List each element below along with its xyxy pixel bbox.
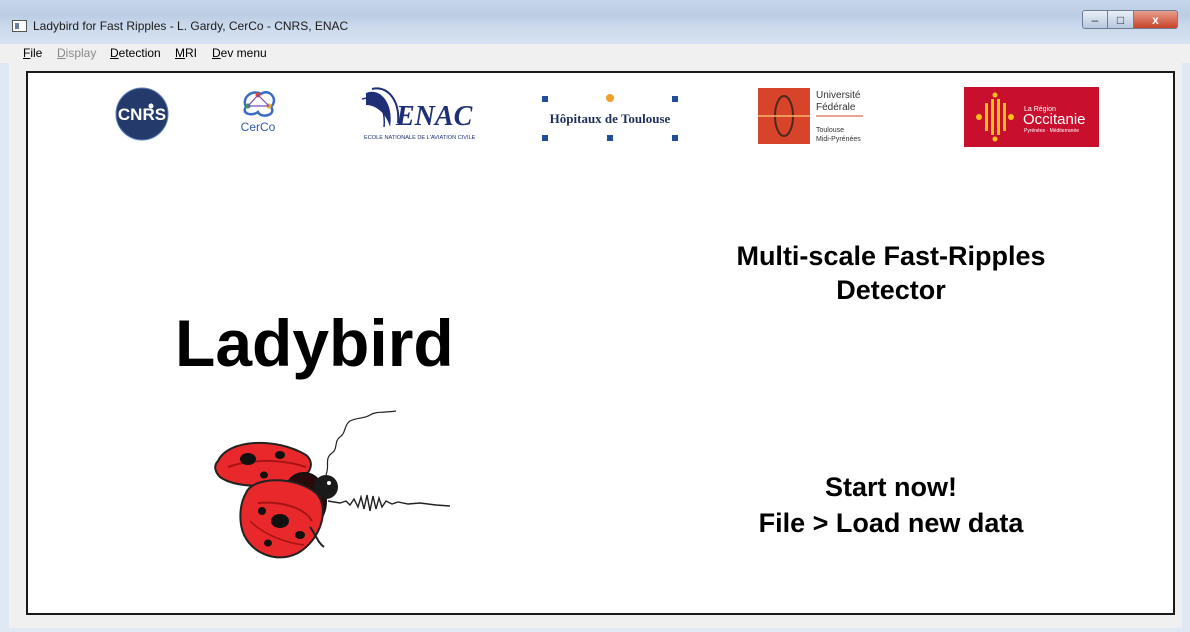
enac-logo-text: ENAC: [395, 101, 473, 132]
subtitle: Multi-scale Fast-Ripples Detector: [691, 239, 1091, 307]
welcome-panel: CNRS CerCo ENAC ECOLE NATIONALE DE L'AVI…: [26, 71, 1175, 615]
start-hint-line1: Start now!: [825, 472, 957, 502]
app-name-heading: Ladybird: [175, 306, 454, 380]
hopitaux-logo: Hôpitaux de Toulouse: [538, 87, 688, 145]
maximize-button[interactable]: □: [1108, 10, 1134, 29]
hopitaux-logo-text: Hôpitaux de Toulouse: [550, 111, 671, 126]
region-occitanie-logo: La Région Occitanie Pyrénées · Méditerra…: [964, 87, 1099, 147]
client-area: CNRS CerCo ENAC ECOLE NATIONALE DE L'AVI…: [9, 63, 1182, 628]
window-controls: – □ x: [1082, 10, 1178, 30]
menu-bar: File Display Detection MRI Dev menu: [0, 44, 1190, 63]
universite-line2: Fédérale: [816, 102, 856, 113]
universite-line1: Université: [816, 90, 861, 101]
region-line3: Pyrénées · Méditerranée: [1024, 128, 1079, 134]
cerco-logo: CerCo: [231, 85, 285, 145]
signal-trace: [327, 494, 451, 512]
menu-dev[interactable]: Dev menu: [212, 46, 267, 60]
subtitle-line1: Multi-scale Fast-Ripples: [736, 241, 1046, 271]
enac-logo: ENAC ECOLE NATIONALE DE L'AVIATION CIVIL…: [360, 83, 502, 145]
menu-mri[interactable]: MRI: [175, 46, 197, 60]
region-line2: Occitanie: [1023, 111, 1086, 128]
cerco-logo-text: CerCo: [241, 120, 276, 134]
close-button[interactable]: x: [1134, 10, 1178, 29]
menu-display[interactable]: Display: [57, 46, 96, 60]
close-icon: x: [1152, 12, 1159, 27]
minimize-icon: –: [1091, 12, 1099, 27]
window-title: Ladybird for Fast Ripples - L. Gardy, Ce…: [33, 19, 349, 33]
antenna-trace: [325, 410, 397, 476]
start-hint-line2: File > Load new data: [758, 508, 1024, 538]
menu-file[interactable]: File: [23, 46, 42, 60]
start-hint: Start now! File > Load new data: [691, 469, 1091, 541]
menu-detection[interactable]: Detection: [110, 46, 161, 60]
subtitle-line2: Detector: [836, 275, 946, 305]
cnrs-logo: CNRS: [115, 87, 169, 141]
maximize-icon: □: [1116, 12, 1125, 27]
enac-logo-subtext: ECOLE NATIONALE DE L'AVIATION CIVILE: [364, 135, 476, 141]
minimize-button[interactable]: –: [1082, 10, 1108, 29]
universite-line3: Toulouse: [816, 127, 844, 134]
cnrs-logo-text: CNRS: [118, 105, 166, 124]
ladybird-illustration: [198, 403, 468, 568]
app-icon: [12, 20, 27, 32]
title-bar[interactable]: Ladybird for Fast Ripples - L. Gardy, Ce…: [0, 0, 1190, 44]
universite-logo: Université Fédérale Toulouse Midi-Pyréné…: [758, 86, 878, 148]
universite-line4: Midi-Pyrénées: [816, 136, 861, 143]
